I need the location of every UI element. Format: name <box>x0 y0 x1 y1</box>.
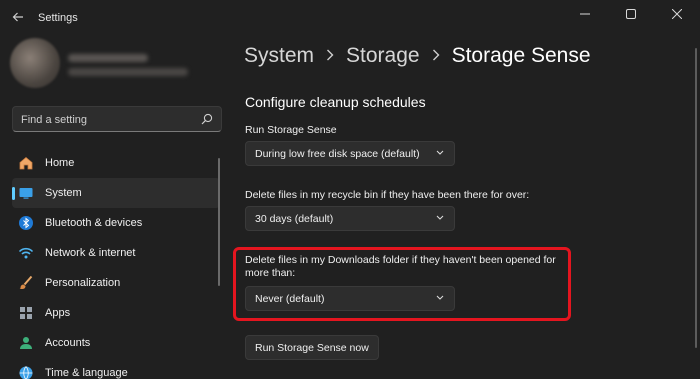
recycle-bin-label: Delete files in my recycle bin if they h… <box>245 189 530 201</box>
downloads-dropdown[interactable]: Never (default) <box>245 286 455 311</box>
accounts-icon <box>17 334 35 352</box>
sidebar-item-system[interactable]: System <box>12 178 220 208</box>
title-bar: Settings <box>0 0 700 36</box>
sidebar-item-label: System <box>45 187 82 199</box>
downloads-label-line1: Delete files in my Downloads folder if t… <box>245 254 556 266</box>
sidebar-item-label: Accounts <box>45 337 91 349</box>
close-button[interactable] <box>654 0 700 28</box>
breadcrumb-system[interactable]: System <box>244 44 314 68</box>
sidebar-item-accounts[interactable]: Accounts <box>12 328 220 358</box>
run-storage-sense-now-button[interactable]: Run Storage Sense now <box>245 335 379 360</box>
search-input[interactable] <box>21 112 191 128</box>
maximize-button[interactable] <box>608 0 654 28</box>
run-storage-sense-label: Run Storage Sense <box>245 124 337 136</box>
sidebar-item-label: Apps <box>45 307 71 319</box>
sidebar-item-network[interactable]: Network & internet <box>12 238 220 268</box>
sidebar-item-label: Bluetooth & devices <box>45 217 143 229</box>
dropdown-value: Never (default) <box>255 292 325 305</box>
chevron-down-icon <box>436 150 444 155</box>
sidebar-item-label: Personalization <box>45 277 121 289</box>
sidebar-item-apps[interactable]: Apps <box>12 298 220 328</box>
sidebar-item-time-language[interactable]: Time & language <box>12 358 220 379</box>
wifi-icon <box>17 244 35 262</box>
sidebar-item-personalization[interactable]: Personalization <box>12 268 220 298</box>
user-profile[interactable] <box>10 36 210 90</box>
back-arrow-icon <box>12 12 23 22</box>
profile-name-blurred <box>68 54 148 62</box>
apps-icon <box>17 304 35 322</box>
downloads-label: Delete files in my Downloads folder if t… <box>245 254 556 280</box>
chevron-right-icon <box>432 48 440 64</box>
minimize-button[interactable] <box>562 0 608 28</box>
minimize-icon <box>580 13 590 15</box>
brush-icon <box>17 274 35 292</box>
app-title: Settings <box>38 12 78 24</box>
section-title: Configure cleanup schedules <box>245 94 426 110</box>
avatar <box>10 38 60 88</box>
sidebar-nav: Home System Bluetooth & devices Network … <box>12 148 220 379</box>
profile-email-blurred <box>68 68 188 76</box>
sidebar-item-label: Time & language <box>45 367 128 379</box>
breadcrumb: System Storage Storage Sense <box>244 44 591 68</box>
main-scrollbar[interactable] <box>695 48 697 348</box>
dropdown-value: 30 days (default) <box>255 212 334 225</box>
search-icon[interactable] <box>201 113 213 125</box>
sidebar-scrollbar[interactable] <box>218 158 220 286</box>
sidebar-item-label: Network & internet <box>45 247 136 259</box>
recycle-bin-dropdown[interactable]: 30 days (default) <box>245 206 455 231</box>
close-icon <box>672 9 682 19</box>
back-button[interactable] <box>6 5 30 29</box>
sidebar-item-label: Home <box>45 157 75 169</box>
sidebar-item-home[interactable]: Home <box>12 148 220 178</box>
globe-icon <box>17 364 35 379</box>
bluetooth-icon <box>17 214 35 232</box>
chevron-down-icon <box>436 295 444 300</box>
breadcrumb-storage[interactable]: Storage <box>346 44 420 68</box>
chevron-down-icon <box>436 215 444 220</box>
sidebar-item-bluetooth[interactable]: Bluetooth & devices <box>12 208 220 238</box>
run-storage-sense-dropdown[interactable]: During low free disk space (default) <box>245 141 455 166</box>
home-icon <box>17 154 35 172</box>
downloads-label-line2: more than: <box>245 267 296 279</box>
maximize-icon <box>626 9 636 19</box>
system-icon <box>17 184 35 202</box>
chevron-right-icon <box>326 48 334 64</box>
dropdown-value: During low free disk space (default) <box>255 147 420 160</box>
search-box[interactable] <box>12 106 222 132</box>
breadcrumb-storage-sense: Storage Sense <box>451 44 591 67</box>
